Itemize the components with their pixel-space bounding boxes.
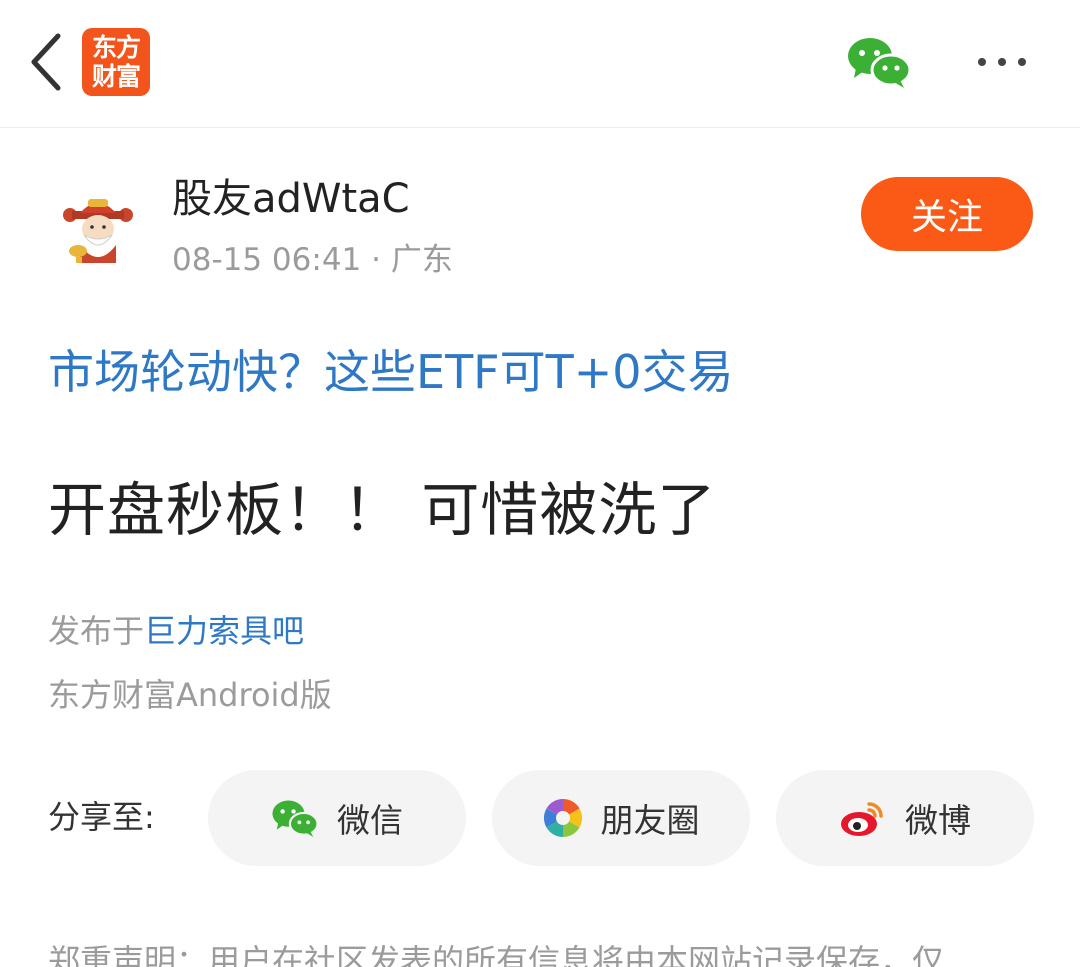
wechat-icon	[272, 800, 319, 837]
disclaimer-text: 郑重声明：用户在社区发表的所有信息将由本网站记录保存，仅	[48, 942, 945, 967]
god-of-wealth-avatar-icon	[63, 199, 133, 263]
follow-button[interactable]: 关注	[861, 177, 1033, 251]
back-button[interactable]	[18, 30, 74, 94]
avatar[interactable]	[58, 189, 138, 269]
more-dot	[998, 58, 1006, 66]
logo-text-line2: 财富	[91, 62, 141, 91]
app-logo[interactable]: 东方 财富	[82, 28, 150, 96]
more-dot	[978, 58, 986, 66]
post-meta: 08-15 06:41 · 广东	[172, 242, 453, 278]
post-content: 开盘秒板！！ 可惜被洗了	[48, 476, 717, 544]
author-name[interactable]: 股友adWtaC	[172, 173, 410, 225]
share-weibo-button[interactable]: 微博	[776, 770, 1034, 866]
weibo-icon	[841, 802, 883, 836]
share-moments-label: 朋友圈	[600, 801, 700, 840]
headline-link[interactable]: 市场轮动快？这些ETF可T+0交易	[48, 340, 734, 404]
forum-link[interactable]: 巨力索具吧	[144, 612, 304, 650]
wechat-icon	[848, 38, 912, 88]
post-source: 东方财富Android版	[48, 676, 332, 714]
top-bar: 东方 财富	[0, 0, 1080, 128]
share-moments-button[interactable]: 朋友圈	[492, 770, 750, 866]
more-dot	[1018, 58, 1026, 66]
published-prefix: 发布于	[48, 612, 145, 650]
moments-icon	[543, 798, 582, 838]
published-info: 发布于巨力索具吧	[48, 608, 304, 654]
share-weibo-label: 微博	[905, 801, 971, 840]
logo-text-line1: 东方	[91, 33, 141, 62]
wechat-share-button[interactable]	[846, 36, 912, 88]
author-row: 股友adWtaC 08-15 06:41 · 广东 关注	[48, 165, 1038, 285]
share-wechat-label: 微信	[337, 801, 403, 840]
chevron-left-icon	[31, 33, 61, 91]
share-label: 分享至:	[48, 798, 155, 836]
more-button[interactable]	[972, 48, 1032, 76]
share-wechat-button[interactable]: 微信	[208, 770, 466, 866]
